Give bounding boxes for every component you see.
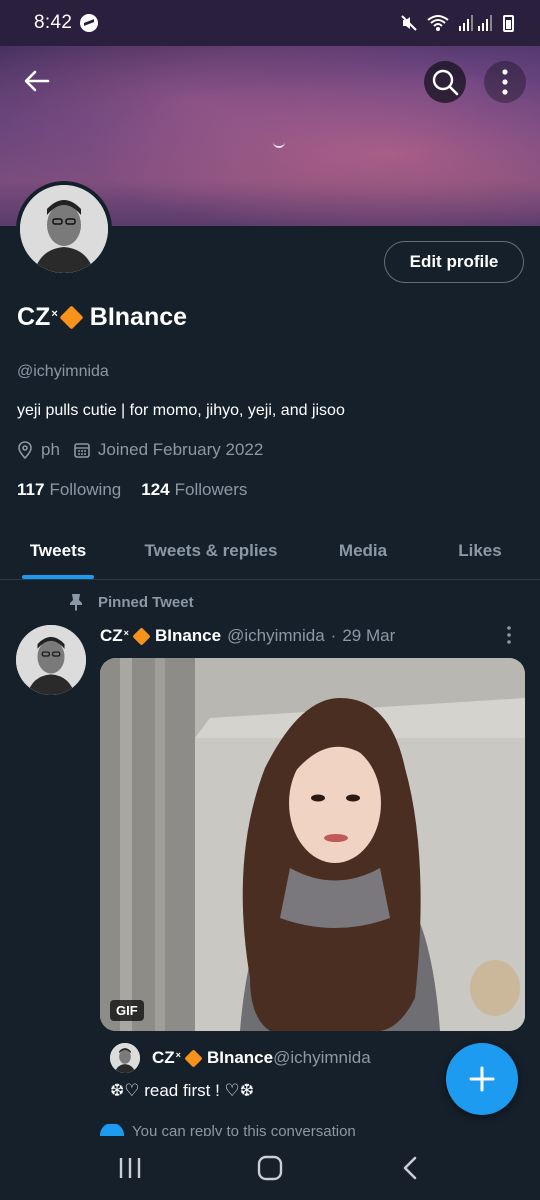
back-chevron-icon	[403, 1156, 417, 1180]
nav-back-button[interactable]	[380, 1143, 440, 1193]
location-pin-icon	[17, 441, 33, 459]
separator-dot: ·	[330, 626, 337, 645]
signal-icon	[459, 15, 492, 31]
status-bar: 8:42	[0, 0, 540, 46]
recents-icon	[119, 1158, 141, 1178]
orange-diamond-icon	[184, 1048, 203, 1068]
gif-badge: GIF	[110, 1000, 144, 1021]
orange-diamond-icon	[59, 305, 84, 330]
arrow-left-icon	[24, 70, 50, 92]
name-x: ×	[51, 307, 58, 320]
tab-tweets-replies[interactable]: Tweets & replies	[116, 522, 306, 579]
battery-icon	[503, 14, 514, 32]
quoted-tweet-header: CZ × BInance @ichyimnida	[110, 1043, 371, 1073]
name-prefix: CZ	[152, 1048, 175, 1067]
home-button[interactable]	[240, 1143, 300, 1193]
quoted-tweet[interactable]: CZ × BInance @ichyimnida ❆♡ read first !…	[110, 1043, 371, 1101]
search-button[interactable]	[424, 61, 466, 103]
name-prefix: CZ	[100, 626, 123, 645]
tweet-author-name[interactable]: CZ × BInance	[100, 626, 221, 646]
orange-diamond-icon	[132, 626, 151, 646]
followers-label: Followers	[174, 480, 248, 499]
mute-icon	[401, 15, 417, 31]
plus-icon	[469, 1066, 495, 1092]
tweet-header: CZ × BInance @ichyimnida · 29 Mar	[100, 626, 395, 646]
name-x: ×	[175, 1050, 181, 1060]
profile-bio: yeji pulls cutie | for momo, jihyo, yeji…	[17, 402, 345, 419]
profile-handle: @ichyimnida	[17, 363, 109, 380]
compose-tweet-button[interactable]	[446, 1043, 518, 1115]
profile-display-name: CZ × BInance	[17, 303, 187, 332]
name-suffix: BInance	[154, 626, 222, 645]
quoted-avatar	[110, 1043, 140, 1073]
avatar-photo	[20, 185, 108, 273]
pin-icon	[68, 593, 84, 611]
home-icon	[257, 1155, 283, 1181]
following-link[interactable]: 117 Following	[17, 480, 121, 500]
more-options-button[interactable]	[484, 61, 526, 103]
profile-joined: Joined February 2022	[97, 440, 264, 459]
quoted-text: ❆♡ read first ! ♡❆	[110, 1081, 254, 1100]
quoted-author-name: CZ × BInance	[152, 1048, 273, 1068]
quoted-author-handle: @ichyimnida	[273, 1048, 371, 1067]
following-count: 117	[17, 480, 45, 499]
followers-link[interactable]: 124 Followers	[141, 480, 247, 500]
tab-likes[interactable]: Likes	[420, 522, 540, 579]
tweet-avatar[interactable]	[16, 625, 86, 695]
more-vertical-icon	[507, 626, 511, 644]
profile-tabs: Tweets Tweets & replies Media Likes	[0, 522, 540, 580]
follow-stats: 117 Following 124 Followers	[17, 480, 247, 500]
name-x: ×	[123, 628, 129, 638]
tweet-media-gif[interactable]: GIF	[100, 658, 525, 1031]
calendar-icon	[74, 442, 90, 458]
following-label: Following	[49, 480, 122, 499]
tweet-date[interactable]: 29 Mar	[342, 626, 395, 646]
name-suffix: BInance	[206, 1048, 274, 1067]
status-time: 8:42	[34, 12, 73, 33]
wifi-icon	[427, 15, 449, 31]
edit-profile-button[interactable]: Edit profile	[384, 241, 524, 283]
profile-location: ph	[41, 440, 60, 459]
tab-tweets[interactable]: Tweets	[0, 522, 116, 579]
more-vertical-icon	[502, 69, 508, 95]
pinned-text: Pinned Tweet	[98, 593, 194, 611]
name-prefix: CZ	[17, 303, 51, 331]
tab-media[interactable]: Media	[306, 522, 420, 579]
messenger-icon	[80, 14, 99, 32]
search-icon	[432, 69, 459, 96]
name-suffix: BInance	[89, 303, 188, 331]
gif-image	[100, 658, 525, 1031]
profile-avatar[interactable]	[16, 181, 112, 277]
pinned-tweet-label: Pinned Tweet	[68, 593, 194, 611]
moon-crescent	[273, 142, 285, 148]
back-button[interactable]	[16, 60, 58, 102]
tweet-more-button[interactable]	[506, 626, 512, 649]
status-icons	[400, 14, 514, 32]
android-nav-bar	[0, 1136, 540, 1200]
followers-count: 124	[141, 480, 170, 499]
recents-button[interactable]	[100, 1143, 160, 1193]
tweet-author-handle: @ichyimnida	[227, 626, 325, 645]
avatar-photo	[16, 625, 86, 695]
profile-meta: ph Joined February 2022	[17, 440, 263, 460]
